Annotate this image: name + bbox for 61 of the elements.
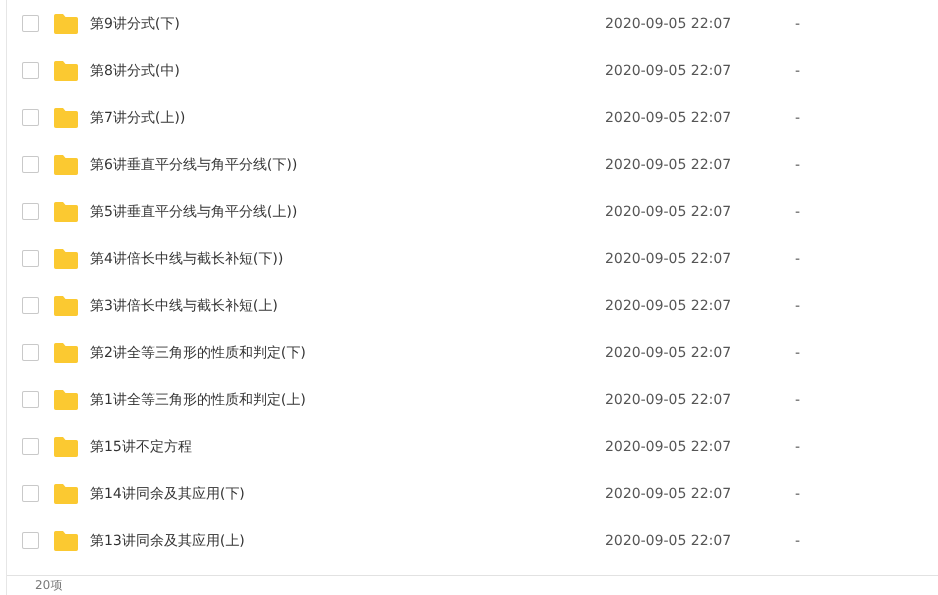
file-name[interactable]: 第5讲垂直平分线与角平分线(上)) bbox=[90, 202, 605, 220]
file-name[interactable]: 第14讲同余及其应用(下) bbox=[90, 484, 605, 502]
folder-icon bbox=[53, 106, 79, 128]
folder-icon bbox=[53, 530, 79, 552]
modified-date: 2020-09-05 22:07 bbox=[605, 62, 732, 78]
checkbox[interactable] bbox=[22, 109, 39, 126]
item-count: 20项 bbox=[35, 578, 62, 592]
checkbox[interactable] bbox=[22, 297, 39, 314]
checkbox[interactable] bbox=[22, 532, 39, 549]
file-size: - bbox=[795, 16, 800, 32]
checkbox[interactable] bbox=[22, 156, 39, 173]
file-size: - bbox=[795, 486, 800, 502]
checkbox[interactable] bbox=[22, 391, 39, 408]
modified-date: 2020-09-05 22:07 bbox=[605, 16, 732, 32]
file-size: - bbox=[795, 250, 800, 266]
checkbox[interactable] bbox=[22, 438, 39, 455]
file-name[interactable]: 第6讲垂直平分线与角平分线(下)) bbox=[90, 156, 605, 174]
folder-icon bbox=[53, 200, 79, 222]
modified-date: 2020-09-05 22:07 bbox=[605, 298, 732, 314]
folder-icon bbox=[53, 248, 79, 270]
file-size: - bbox=[795, 532, 800, 548]
file-name[interactable]: 第2讲全等三角形的性质和判定(下) bbox=[90, 344, 605, 362]
file-size: - bbox=[795, 392, 800, 408]
checkbox[interactable] bbox=[22, 485, 39, 502]
file-name[interactable]: 第3讲倍长中线与截长补短(上) bbox=[90, 296, 605, 314]
folder-icon bbox=[53, 342, 79, 364]
file-size: - bbox=[795, 110, 800, 126]
modified-date: 2020-09-05 22:07 bbox=[605, 156, 732, 172]
checkbox[interactable] bbox=[22, 250, 39, 267]
file-name[interactable]: 第15讲不定方程 bbox=[90, 438, 605, 456]
modified-date: 2020-09-05 22:07 bbox=[605, 486, 732, 502]
folder-icon bbox=[53, 12, 79, 34]
file-size: - bbox=[795, 344, 800, 360]
checkbox[interactable] bbox=[22, 15, 39, 32]
checkbox[interactable] bbox=[22, 344, 39, 361]
modified-date: 2020-09-05 22:07 bbox=[605, 532, 732, 548]
folder-icon bbox=[53, 294, 79, 316]
file-size: - bbox=[795, 438, 800, 454]
file-size: - bbox=[795, 298, 800, 314]
modified-date: 2020-09-05 22:07 bbox=[605, 204, 732, 220]
file-size: - bbox=[795, 62, 800, 78]
checkbox[interactable] bbox=[22, 203, 39, 220]
folder-icon bbox=[53, 388, 79, 410]
file-size: - bbox=[795, 204, 800, 220]
checkbox[interactable] bbox=[22, 62, 39, 79]
file-name[interactable]: 第7讲分式(上)) bbox=[90, 108, 605, 126]
folder-icon bbox=[53, 154, 79, 176]
folder-icon bbox=[53, 482, 79, 504]
file-name[interactable]: 第13讲同余及其应用(上) bbox=[90, 532, 605, 550]
folder-icon bbox=[53, 60, 79, 82]
modified-date: 2020-09-05 22:07 bbox=[605, 250, 732, 266]
modified-date: 2020-09-05 22:07 bbox=[605, 344, 732, 360]
file-name[interactable]: 第8讲分式(中) bbox=[90, 62, 605, 80]
file-name[interactable]: 第4讲倍长中线与截长补短(下)) bbox=[90, 250, 605, 268]
folder-icon bbox=[53, 436, 79, 458]
modified-date: 2020-09-05 22:07 bbox=[605, 392, 732, 408]
file-name[interactable]: 第9讲分式(下) bbox=[90, 14, 605, 32]
modified-date: 2020-09-05 22:07 bbox=[605, 110, 732, 126]
file-name[interactable]: 第1讲全等三角形的性质和判定(上) bbox=[90, 390, 605, 408]
modified-date: 2020-09-05 22:07 bbox=[605, 438, 732, 454]
file-size: - bbox=[795, 156, 800, 172]
